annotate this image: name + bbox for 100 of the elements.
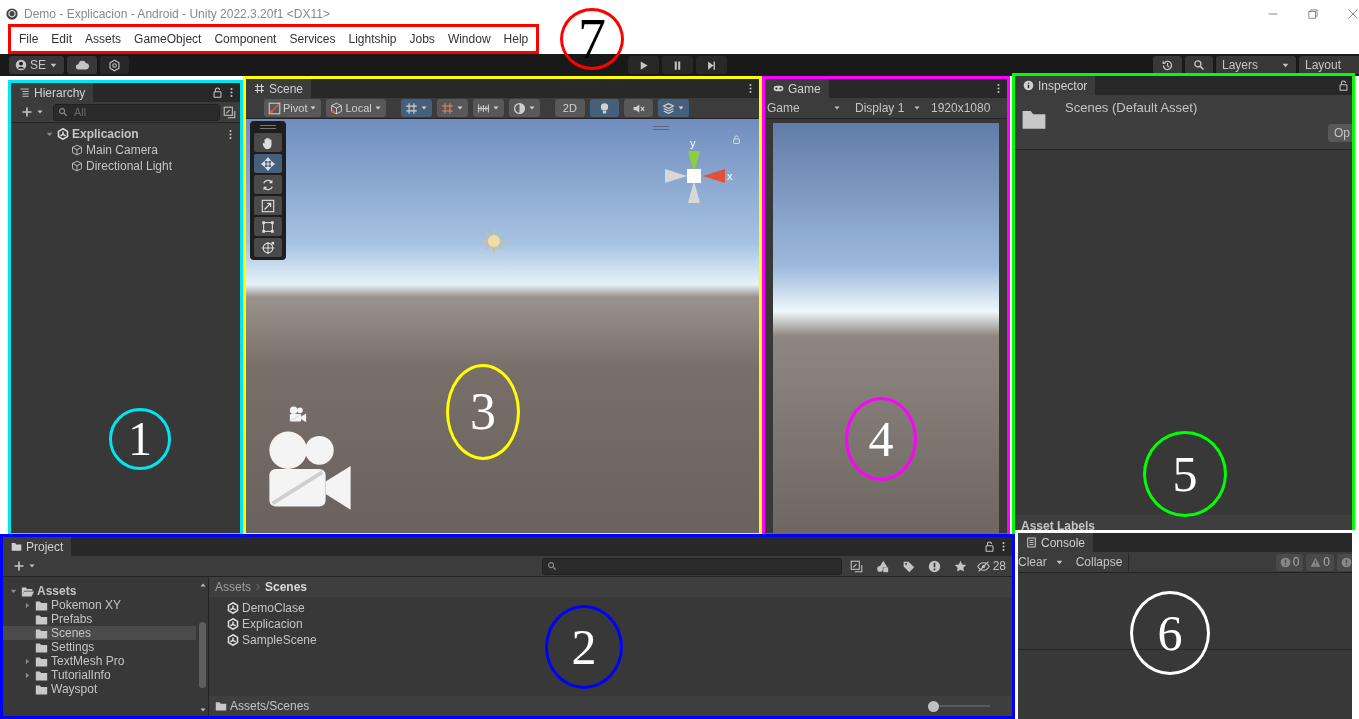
hidden-count-button[interactable]: 28: [974, 557, 1008, 575]
tree-item[interactable]: Explicacion: [11, 126, 240, 142]
layout-dropdown[interactable]: Layout: [1299, 56, 1359, 74]
pause-button[interactable]: [662, 56, 693, 74]
scroll-down-icon[interactable]: [199, 706, 207, 714]
shading-icon: [512, 101, 526, 115]
asset-path: Assets/Scenes: [230, 698, 310, 715]
tree-item[interactable]: Prefabs: [3, 612, 196, 626]
scene-tool-button[interactable]: [657, 99, 689, 117]
panel-tab[interactable]: Scene: [246, 79, 312, 98]
grid-icon: [404, 101, 418, 115]
collapse-caret-icon[interactable]: [23, 670, 32, 680]
scene-tool-button[interactable]: [436, 99, 468, 117]
account-button[interactable]: SE: [9, 56, 64, 74]
menu-item[interactable]: GameObject: [134, 30, 202, 48]
drag-handle[interactable]: [653, 126, 669, 130]
tree-item[interactable]: Settings: [3, 640, 196, 654]
tree-item[interactable]: Pokemon XY: [3, 598, 196, 612]
menu-item[interactable]: Assets: [85, 30, 122, 48]
shapes-icon: [875, 559, 889, 573]
scrollbar-thumb[interactable]: [199, 622, 206, 688]
menu-item[interactable]: Component: [214, 30, 277, 48]
tree-item[interactable]: Main Camera: [11, 142, 240, 158]
menu-item[interactable]: Lightship: [348, 30, 397, 48]
history-button[interactable]: [1153, 56, 1182, 74]
tree-item[interactable]: Assets: [3, 584, 196, 598]
menu-item[interactable]: Services: [289, 30, 336, 48]
tool-button[interactable]: [254, 196, 282, 215]
rotate-icon: [261, 177, 275, 192]
orientation-gizmo-drawing[interactable]: [665, 151, 725, 203]
error-count[interactable]: 0: [1275, 553, 1304, 571]
star-icon: [953, 559, 967, 573]
lock-icon[interactable]: [984, 541, 995, 552]
scene-view-icon[interactable]: [223, 105, 236, 119]
slider-thumb[interactable]: [928, 700, 939, 712]
tree-item[interactable]: Wayspot: [3, 682, 196, 696]
collapse-caret-icon[interactable]: [23, 600, 32, 610]
scene-tool-button[interactable]: Local: [326, 99, 386, 117]
caret-icon: [913, 104, 921, 112]
scene-tool-button[interactable]: Pivot: [264, 99, 322, 117]
search-field[interactable]: [541, 557, 842, 575]
layers-dropdown[interactable]: Layers: [1216, 56, 1296, 74]
search-button[interactable]: [1185, 56, 1213, 74]
annotation-circle: 4: [845, 397, 917, 481]
lock-icon[interactable]: [1338, 80, 1349, 91]
caret-icon: [36, 108, 44, 116]
hash-icon: [254, 83, 265, 94]
tree-item[interactable]: Directional Light: [11, 158, 240, 174]
restore-icon[interactable]: [1307, 8, 1319, 20]
menu-item[interactable]: Jobs: [409, 30, 435, 48]
scene-tool-button[interactable]: [400, 99, 432, 117]
tool-button[interactable]: [254, 133, 282, 152]
tree-item[interactable]: Scenes: [3, 626, 196, 640]
search-field[interactable]: All: [53, 103, 220, 121]
tool-button[interactable]: [254, 154, 282, 173]
scroll-up-icon[interactable]: [199, 581, 207, 589]
clear-button[interactable]: Clear: [1018, 553, 1049, 571]
scene-tool-button[interactable]: [589, 99, 619, 117]
panel-tab[interactable]: Project: [3, 537, 72, 556]
caret-icon: [833, 104, 841, 112]
scene-tool-button[interactable]: [472, 99, 504, 117]
search-icon: [546, 561, 557, 571]
rect-transform-icon: [261, 219, 275, 234]
breadcrumb-item[interactable]: Assets: [215, 578, 251, 596]
grid-icon: [440, 101, 454, 115]
tree-item[interactable]: TextMesh Pro: [3, 654, 196, 668]
breadcrumb-item[interactable]: Scenes: [265, 578, 308, 596]
tool-button[interactable]: [254, 175, 282, 194]
scene-tool-button[interactable]: [623, 99, 653, 117]
panel-tab[interactable]: Console: [1018, 533, 1094, 552]
tool-button[interactable]: [254, 217, 282, 236]
unity-scene-icon: [57, 128, 69, 140]
lock-icon[interactable]: [212, 87, 223, 98]
collapse-caret-icon[interactable]: [23, 656, 32, 666]
menu-item[interactable]: File: [19, 30, 39, 48]
message-count[interactable]: [1337, 553, 1352, 571]
asset-title: Scenes (Default Asset): [1065, 99, 1198, 117]
panel-tab[interactable]: Game: [765, 79, 829, 98]
panel-tab[interactable]: Hierarchy: [11, 83, 94, 102]
scene-tool-button[interactable]: [508, 99, 540, 117]
play-button[interactable]: [628, 56, 659, 74]
plus-icon: [21, 106, 33, 118]
collapse-button[interactable]: Collapse: [1069, 553, 1130, 571]
tool-button[interactable]: [254, 238, 282, 257]
tree-item[interactable]: TutorialInfo: [3, 668, 196, 682]
panel-tab[interactable]: Inspector: [1015, 76, 1096, 95]
hand-icon: [261, 135, 275, 150]
step-button[interactable]: [696, 56, 727, 74]
pause-icon: [672, 59, 683, 71]
menu-item[interactable]: Window: [447, 30, 491, 48]
warning-count[interactable]: 0: [1306, 553, 1334, 571]
settings-button[interactable]: [100, 56, 129, 74]
scene-tool-button[interactable]: 2D: [554, 99, 585, 117]
search-icon: [1193, 59, 1205, 71]
menu-item[interactable]: Edit: [51, 30, 73, 48]
open-button[interactable]: Op: [1328, 124, 1352, 142]
caret-icon: [373, 104, 382, 112]
close-icon[interactable]: [1347, 8, 1359, 20]
cloud-button[interactable]: [67, 56, 97, 74]
menu-item[interactable]: Help: [503, 30, 529, 48]
